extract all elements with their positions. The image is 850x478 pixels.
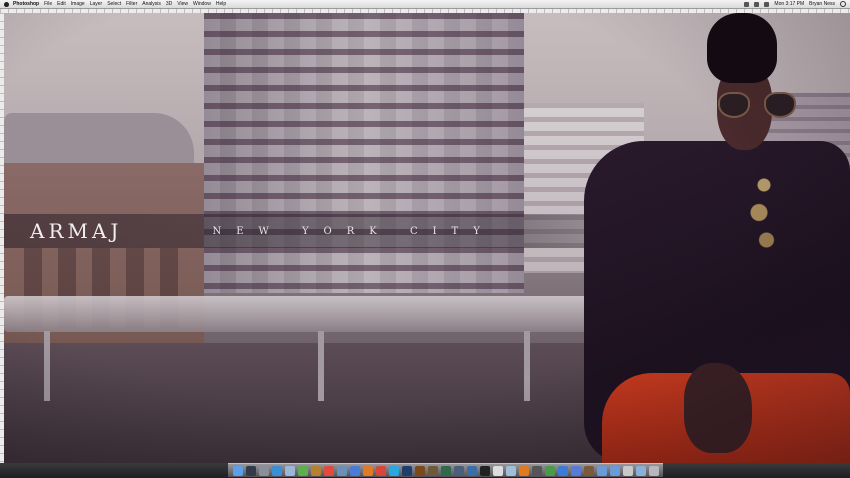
address-book-icon[interactable] bbox=[310, 465, 321, 476]
menu-clock[interactable]: Mon 3:17 PM bbox=[774, 0, 804, 8]
vlc-icon[interactable] bbox=[518, 465, 529, 476]
menu-layer[interactable]: Layer bbox=[90, 0, 103, 8]
menu-image[interactable]: Image bbox=[71, 0, 85, 8]
skype-icon[interactable] bbox=[388, 465, 399, 476]
itunes-icon[interactable] bbox=[349, 465, 360, 476]
menu-select[interactable]: Select bbox=[107, 0, 121, 8]
vertical-ruler[interactable] bbox=[0, 13, 4, 463]
app-store-icon[interactable] bbox=[557, 465, 568, 476]
downloads-stack-icon[interactable] bbox=[635, 465, 646, 476]
battery-icon[interactable] bbox=[764, 1, 770, 7]
system-preferences-icon[interactable] bbox=[258, 465, 269, 476]
dashboard-icon[interactable] bbox=[245, 465, 256, 476]
terminal-icon[interactable] bbox=[479, 465, 490, 476]
spotlight-icon[interactable] bbox=[840, 1, 846, 7]
documents-stack-icon[interactable] bbox=[622, 465, 633, 476]
menu-extras: Mon 3:17 PM Bryan Ness bbox=[739, 0, 846, 8]
volume-icon[interactable] bbox=[754, 1, 760, 7]
location-subtitle: NEW YORK CITY bbox=[212, 225, 495, 237]
railing-post bbox=[44, 331, 50, 401]
menu-bar: Photoshop File Edit Image Layer Select F… bbox=[0, 0, 850, 9]
folder-icon[interactable] bbox=[596, 465, 607, 476]
photoshop-icon[interactable] bbox=[401, 465, 412, 476]
railing-post bbox=[524, 331, 530, 401]
iphoto-icon[interactable] bbox=[336, 465, 347, 476]
bridge-icon[interactable] bbox=[427, 465, 438, 476]
preview-icon[interactable] bbox=[505, 465, 516, 476]
dreamweaver-icon[interactable] bbox=[440, 465, 451, 476]
menu-analysis[interactable]: Analysis bbox=[142, 0, 161, 8]
app-menu[interactable]: Photoshop bbox=[13, 0, 39, 8]
menu-file[interactable]: File bbox=[44, 0, 52, 8]
quicktime-icon[interactable] bbox=[466, 465, 477, 476]
ical-icon[interactable] bbox=[323, 465, 334, 476]
calculator-icon[interactable] bbox=[531, 465, 542, 476]
model-necklace bbox=[739, 163, 789, 273]
title-banner: ARMAJ NEW YORK CITY bbox=[4, 214, 634, 248]
horizontal-ruler[interactable] bbox=[0, 9, 850, 13]
model-hair bbox=[707, 13, 777, 83]
menu-help[interactable]: Help bbox=[216, 0, 226, 8]
illustrator-icon[interactable] bbox=[414, 465, 425, 476]
trash-icon[interactable] bbox=[648, 465, 659, 476]
menu-window[interactable]: Window bbox=[193, 0, 211, 8]
highrise-tower bbox=[204, 13, 524, 293]
brand-title: ARMAJ bbox=[30, 219, 123, 243]
finder-icon[interactable] bbox=[232, 465, 243, 476]
activity-monitor-icon[interactable] bbox=[544, 465, 555, 476]
textedit-icon[interactable] bbox=[492, 465, 503, 476]
ichat-icon[interactable] bbox=[297, 465, 308, 476]
menu-3d[interactable]: 3D bbox=[166, 0, 172, 8]
mail-icon[interactable] bbox=[284, 465, 295, 476]
model-hand bbox=[684, 363, 752, 453]
sunglasses-lens bbox=[764, 92, 796, 118]
menu-user[interactable]: Bryan Ness bbox=[809, 0, 835, 8]
railing-post bbox=[318, 331, 324, 401]
menu-filter[interactable]: Filter bbox=[126, 0, 137, 8]
wifi-icon[interactable] bbox=[744, 1, 750, 7]
lightroom-icon[interactable] bbox=[453, 465, 464, 476]
sunglasses bbox=[716, 92, 802, 118]
menu-edit[interactable]: Edit bbox=[57, 0, 66, 8]
dock bbox=[228, 463, 663, 477]
dictionary-icon[interactable] bbox=[583, 465, 594, 476]
chrome-icon[interactable] bbox=[375, 465, 386, 476]
apple-menu-icon[interactable] bbox=[4, 1, 9, 7]
menu-view[interactable]: View bbox=[177, 0, 188, 8]
firefox-icon[interactable] bbox=[362, 465, 373, 476]
folder-icon[interactable] bbox=[609, 465, 620, 476]
safari-icon[interactable] bbox=[271, 465, 282, 476]
sunglasses-lens bbox=[718, 92, 750, 118]
document-canvas[interactable]: ARMAJ NEW YORK CITY bbox=[4, 13, 850, 463]
itunes-store-icon[interactable] bbox=[570, 465, 581, 476]
